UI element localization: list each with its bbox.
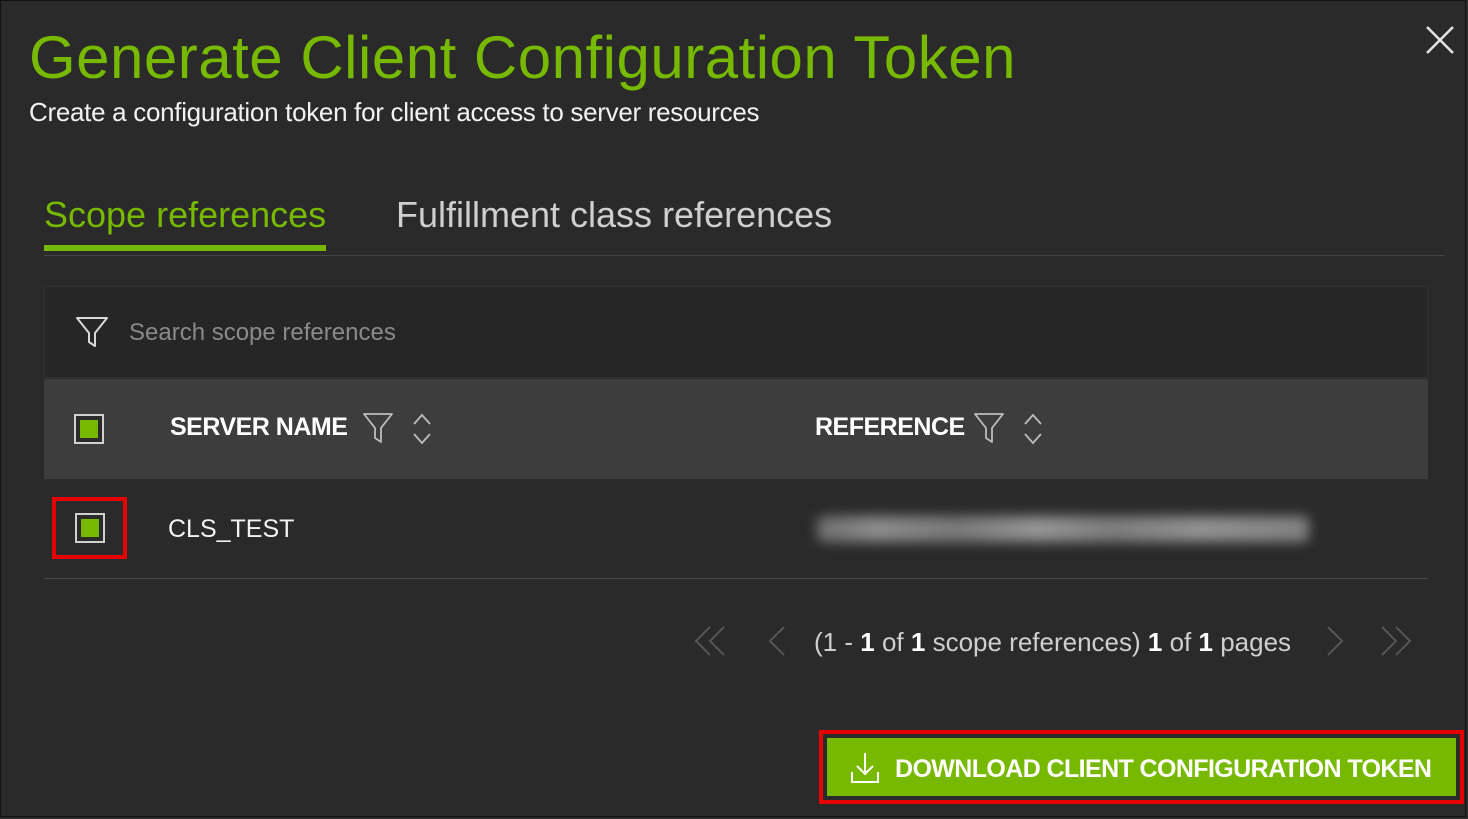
checkbox-fill: [81, 519, 99, 537]
filter-icon: [76, 317, 108, 347]
pages-label: pages: [1220, 627, 1292, 657]
page-count: 1: [1198, 627, 1213, 657]
total-count: 1: [910, 627, 926, 657]
range-end: 1: [860, 627, 875, 657]
server-name-sort-icon[interactable]: [410, 411, 434, 447]
tab-scope-references[interactable]: Scope references: [44, 191, 327, 251]
select-all-checkbox[interactable]: [74, 414, 104, 444]
previous-page-icon[interactable]: [756, 623, 796, 659]
range-start: 1: [822, 627, 838, 657]
cell-reference-redacted: [817, 516, 1309, 542]
tab-bar: Scope references Fulfillment class refer…: [44, 191, 1444, 256]
first-page-icon[interactable]: [690, 623, 730, 659]
cell-server-name: CLS_TEST: [168, 515, 295, 543]
download-button-label: DOWNLOAD CLIENT CONFIGURATION TOKEN: [895, 755, 1432, 783]
dialog-subtitle: Create a configuration token for client …: [29, 97, 760, 127]
pagination: (1 - 1 of 1 scope references) 1 of 1 pag…: [44, 617, 1428, 667]
download-client-configuration-token-button[interactable]: DOWNLOAD CLIENT CONFIGURATION TOKEN: [827, 738, 1456, 796]
table-row[interactable]: CLS_TEST: [44, 480, 1428, 579]
column-header-server-name[interactable]: SERVER NAME: [170, 413, 348, 442]
server-name-filter-icon[interactable]: [362, 411, 394, 445]
reference-filter-icon[interactable]: [973, 411, 1005, 445]
close-icon: [1426, 26, 1454, 54]
download-icon: [851, 753, 879, 783]
row-checkbox[interactable]: [75, 513, 105, 543]
download-button-highlight: DOWNLOAD CLIENT CONFIGURATION TOKEN: [819, 730, 1464, 804]
next-page-icon[interactable]: [1316, 623, 1356, 659]
search-bar: [44, 286, 1428, 378]
checkbox-fill: [80, 420, 98, 438]
current-page: 1: [1147, 627, 1163, 657]
range-unit: scope references: [932, 627, 1133, 657]
column-header-reference[interactable]: REFERENCE: [815, 413, 965, 442]
last-page-icon[interactable]: [1376, 623, 1416, 659]
generate-token-dialog: Generate Client Configuration Token Crea…: [0, 0, 1466, 817]
search-input[interactable]: [127, 307, 1331, 359]
tab-fulfillment-class-references[interactable]: Fulfillment class references: [396, 191, 832, 239]
dialog-title: Generate Client Configuration Token: [29, 24, 1016, 91]
pagination-summary: (1 - 1 of 1 scope references) 1 of 1 pag…: [814, 627, 1292, 657]
reference-sort-icon[interactable]: [1021, 411, 1045, 447]
table-header: SERVER NAME REFERENCE: [44, 379, 1428, 479]
close-button[interactable]: [1423, 23, 1457, 57]
